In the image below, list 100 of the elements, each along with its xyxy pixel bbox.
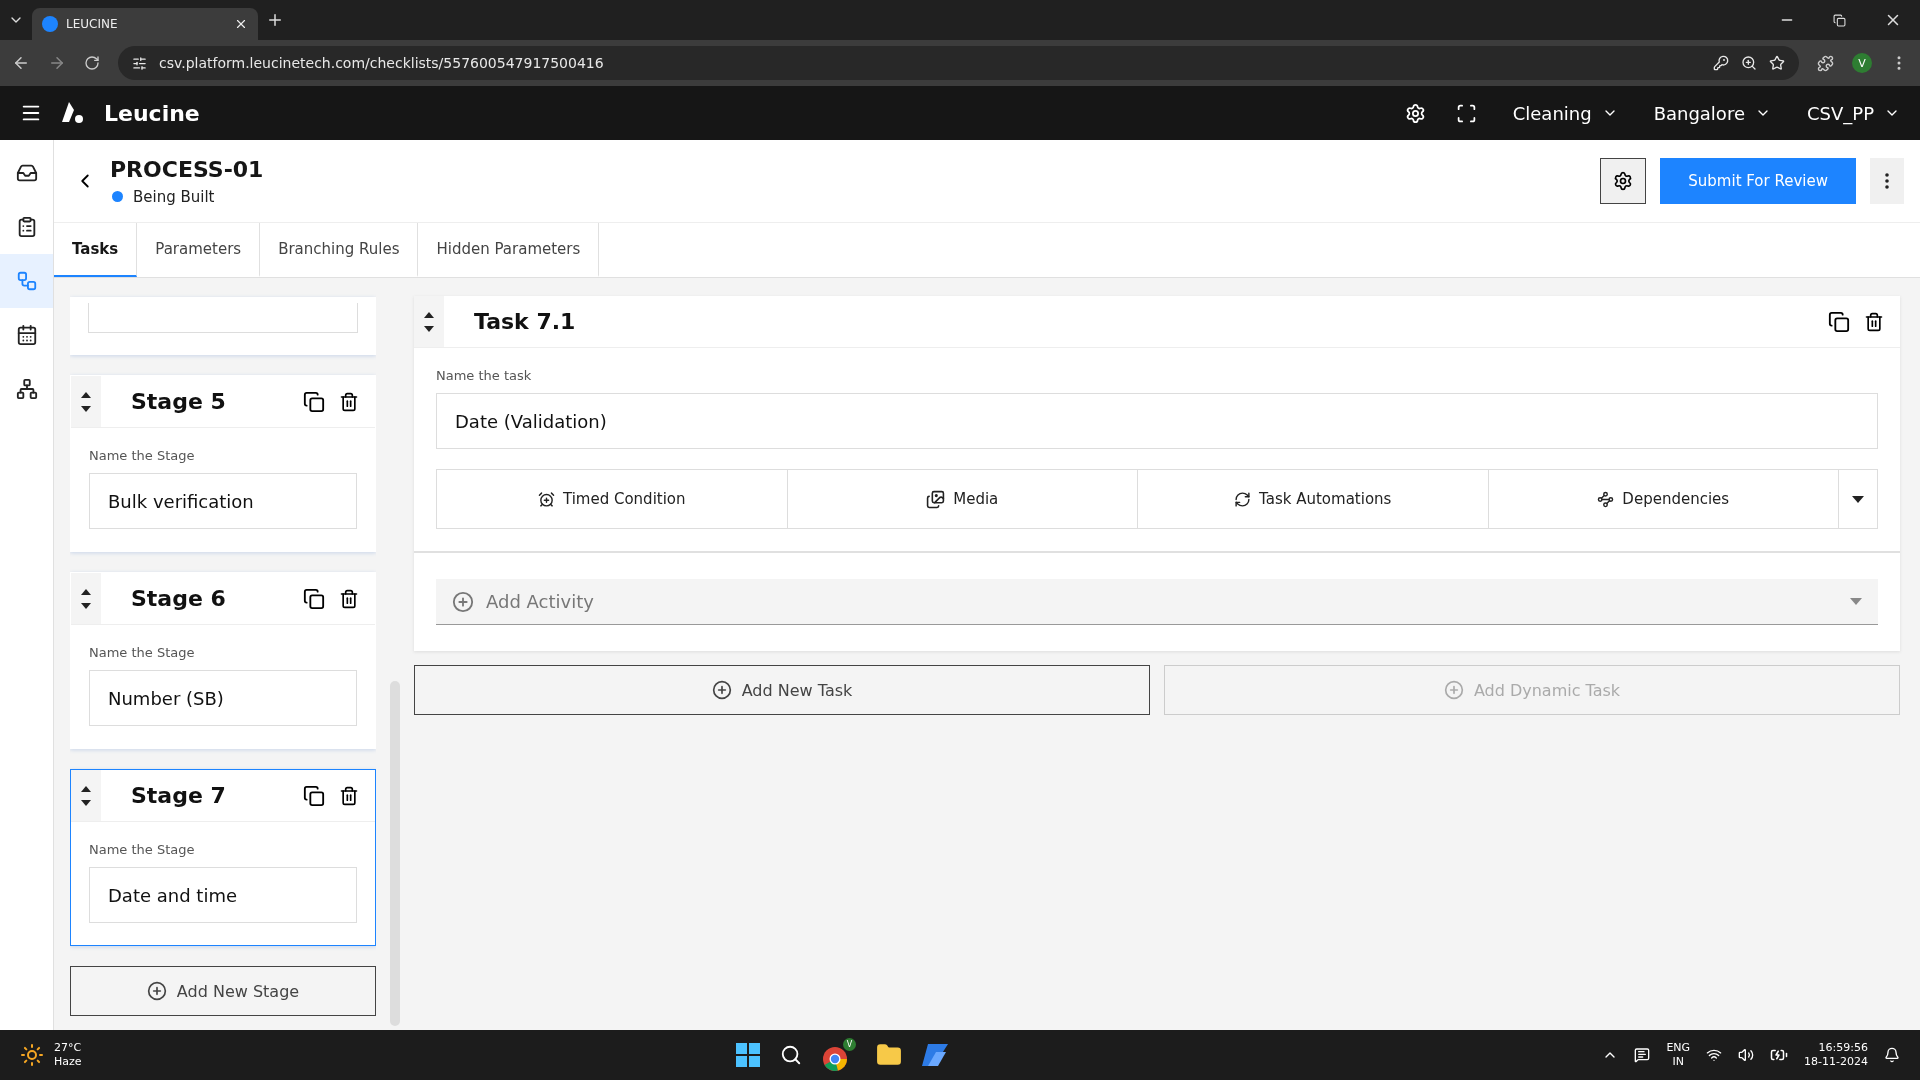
flow-icon[interactable] xyxy=(15,270,38,292)
reload-icon[interactable] xyxy=(84,55,100,71)
status-dot xyxy=(112,191,123,202)
reorder-handle[interactable] xyxy=(71,770,101,821)
status-text: Being Built xyxy=(133,187,215,206)
add-task-button[interactable]: Add New Task xyxy=(414,665,1150,715)
new-tab-icon[interactable] xyxy=(266,11,284,29)
star-icon[interactable] xyxy=(1769,55,1785,71)
address-bar[interactable]: csv.platform.leucinetech.com/checklists/557600547917500416 xyxy=(118,46,1799,80)
stage-title: Stage 7 xyxy=(131,783,227,808)
move-up-icon[interactable] xyxy=(81,391,91,398)
copy-icon[interactable] xyxy=(1828,310,1850,333)
input-field[interactable] xyxy=(88,303,358,333)
notes-icon[interactable] xyxy=(1634,1047,1651,1063)
field-label: Name the task xyxy=(436,368,533,383)
plus-circle-icon xyxy=(711,680,732,700)
copy-icon[interactable] xyxy=(303,390,325,413)
input-field[interactable]: Number (SB) xyxy=(89,670,357,726)
site-settings-icon[interactable] xyxy=(132,55,147,71)
add-activity-dropdown[interactable]: Add Activity xyxy=(436,579,1878,625)
forward-icon[interactable] xyxy=(48,54,66,72)
process-title: PROCESS-01 xyxy=(110,156,264,182)
extensions-icon[interactable] xyxy=(1817,54,1834,72)
app-icon[interactable] xyxy=(921,1044,948,1066)
delete-icon[interactable] xyxy=(1864,311,1884,332)
settings-icon[interactable] xyxy=(1404,102,1426,124)
delete-icon[interactable] xyxy=(339,785,359,806)
reorder-handle[interactable] xyxy=(414,296,444,347)
more-icon xyxy=(1885,173,1889,189)
delete-icon[interactable] xyxy=(339,588,359,609)
calendar-icon[interactable] xyxy=(15,324,38,346)
folder-icon[interactable] xyxy=(875,1042,902,1068)
copy-icon[interactable] xyxy=(303,784,325,807)
move-down-icon[interactable] xyxy=(81,799,91,806)
inbox-icon[interactable] xyxy=(15,162,38,184)
field-label: Name the Stage xyxy=(89,842,196,857)
clock-time: 16:59:56 xyxy=(1818,1041,1868,1055)
brand-name: Leucine xyxy=(104,100,200,126)
more-button[interactable] xyxy=(1870,158,1904,204)
tab[interactable]: Tasks xyxy=(54,223,138,277)
facility-dropdown[interactable]: Bangalore xyxy=(1653,102,1771,124)
windows-icon[interactable] xyxy=(735,1043,760,1067)
settings-icon xyxy=(1613,171,1634,191)
move-up-icon[interactable] xyxy=(81,785,91,792)
logo-icon xyxy=(60,100,86,126)
search-icon[interactable] xyxy=(779,1044,802,1066)
task-title: Task 7.1 xyxy=(474,309,577,334)
stage-card[interactable]: Stage 6 Name the Stage Number (SB) xyxy=(70,572,376,749)
move-up-icon[interactable] xyxy=(424,311,434,318)
wifi-icon[interactable] xyxy=(1706,1047,1723,1063)
move-down-icon[interactable] xyxy=(81,602,91,609)
caret-down-icon xyxy=(1850,598,1862,605)
hierarchy-icon[interactable] xyxy=(15,378,38,400)
add-stage-button[interactable]: Add New Stage xyxy=(70,966,376,1016)
caret-down-icon xyxy=(1852,495,1864,503)
nodes-icon xyxy=(1597,490,1615,508)
tab-title: LEUCINE xyxy=(66,17,118,31)
language-indicator[interactable]: ENG IN xyxy=(1666,1041,1691,1069)
back-icon[interactable] xyxy=(12,54,30,72)
plus-circle-icon xyxy=(452,590,474,613)
volume-icon[interactable] xyxy=(1738,1047,1755,1063)
clock-date: 18-11-2024 xyxy=(1804,1055,1868,1069)
site-icon xyxy=(42,16,58,32)
plus-circle-icon xyxy=(1443,680,1464,700)
submit-button[interactable]: Submit For Review xyxy=(1660,158,1856,204)
settings-button[interactable] xyxy=(1600,158,1647,204)
move-up-icon[interactable] xyxy=(81,588,91,595)
facility-dropdown[interactable]: CSV_PP xyxy=(1806,102,1900,124)
url-text: csv.platform.leucinetech.com/checklists/557600547917500416 xyxy=(159,55,604,71)
move-down-icon[interactable] xyxy=(81,405,91,412)
input-field[interactable]: Date (Validation) xyxy=(436,393,1878,449)
scan-icon[interactable] xyxy=(1455,102,1477,124)
restore-icon[interactable] xyxy=(1833,13,1846,27)
move-down-icon[interactable] xyxy=(424,325,434,332)
field-label: Name the Stage xyxy=(89,645,196,660)
copy-icon[interactable] xyxy=(303,587,325,610)
image-icon xyxy=(926,489,946,509)
facility-dropdown[interactable]: Cleaning xyxy=(1512,102,1618,124)
stage-card[interactable]: Stage 5 Name the Stage Bulk verification xyxy=(70,375,376,552)
stage-title: Stage 5 xyxy=(131,389,227,414)
stage-card[interactable]: Stage 7 Name the Stage Date and time xyxy=(70,769,376,946)
input-field[interactable]: Date and time xyxy=(89,867,357,923)
stage-title: Stage 6 xyxy=(131,586,227,611)
notification-icon[interactable] xyxy=(1884,1047,1900,1063)
plus-circle-icon xyxy=(146,981,167,1001)
weather-icon[interactable] xyxy=(20,1043,44,1067)
weather-text: Haze xyxy=(54,1055,82,1069)
zoom-icon[interactable] xyxy=(1741,55,1757,71)
key-icon[interactable] xyxy=(1713,55,1729,71)
field-label: Name the Stage xyxy=(89,448,196,463)
profile-avatar[interactable]: V xyxy=(1852,53,1872,73)
reorder-handle[interactable] xyxy=(71,376,101,427)
browser-tab[interactable]: LEUCINE xyxy=(32,8,258,40)
delete-icon[interactable] xyxy=(339,391,359,412)
refresh-icon xyxy=(1234,490,1252,508)
temperature-text: 27°C xyxy=(54,1041,82,1055)
reorder-handle[interactable] xyxy=(71,573,101,624)
profile-badge: V xyxy=(842,1038,856,1051)
close-icon[interactable] xyxy=(234,17,248,31)
input-field[interactable]: Bulk verification xyxy=(89,473,357,529)
